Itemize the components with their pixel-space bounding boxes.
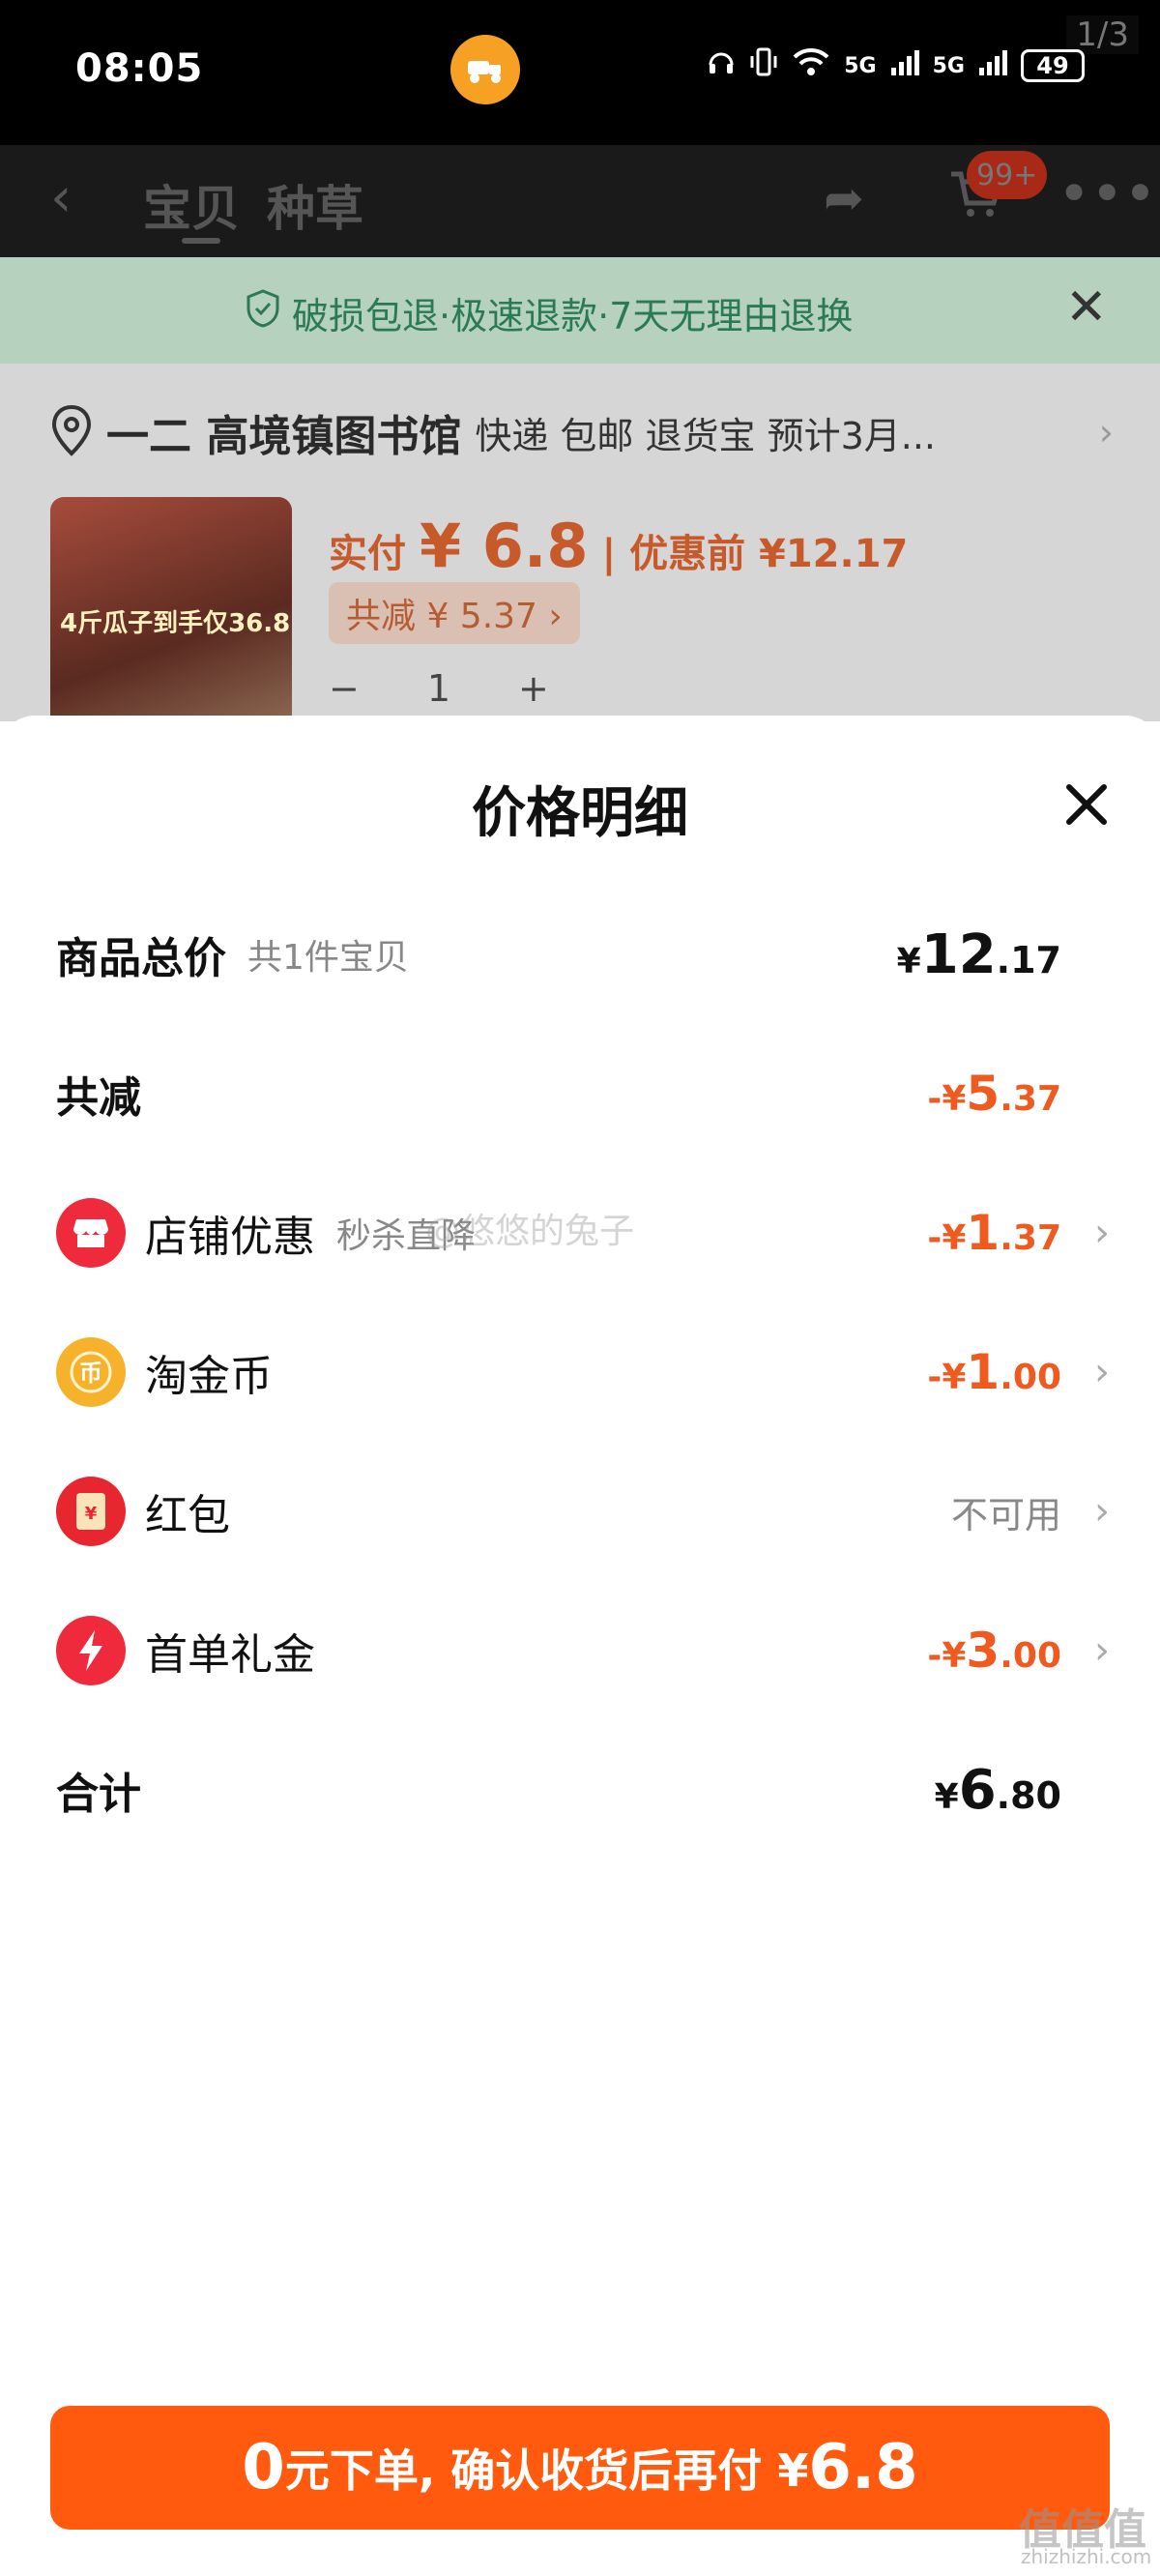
sum-amount: ¥6.80 [934,1758,1061,1822]
row-first-order-gift[interactable]: 首单礼金 -¥3.00 › [56,1607,1110,1694]
price-before: | 优惠前 ¥12.17 [601,532,909,576]
signal-bars-icon [978,48,1007,83]
price-label: 实付 [329,532,406,576]
delivery-scooter-icon [450,35,520,104]
first-order-amount: -¥3.00 [927,1623,1061,1679]
brand-watermark-sub: zhizhizhi.com [1021,2545,1152,2568]
shop-icon [56,1198,126,1268]
shield-check-icon [246,289,280,337]
image-pager: 1/3 [1066,15,1139,54]
share-icon[interactable]: ➦ [824,170,864,226]
svg-text:币: 币 [79,1360,102,1387]
location-pin-icon [50,404,93,460]
shop-discount-amount: -¥1.37 [927,1205,1061,1261]
gold-coin-icon: 币 [56,1337,126,1407]
row-label: 红包 [145,1491,230,1540]
row-label: 首单礼金 [145,1630,315,1680]
row-total-price: 商品总价 共1件宝贝 ¥12.17 [56,911,1110,998]
row-total-reduce: 共减 -¥5.37 [56,1050,1110,1137]
address-info: 快递 包邮 退货宝 预计3月... [475,414,936,457]
cart-badge: 99+ [967,151,1048,199]
price-row: 实付 ¥ 6.8 | 优惠前 ¥12.17 [329,511,908,581]
wifi-icon [792,47,830,84]
row-label: 店铺优惠 [145,1213,315,1262]
row-sum: 合计 ¥6.80 [56,1746,1110,1833]
svg-text:¥: ¥ [85,1504,98,1524]
guarantee-bar: 破损包退·极速退款·7天无理由退换 ✕ [0,257,1160,364]
qty-plus-button[interactable]: + [518,667,549,710]
status-time: 08:05 [75,46,204,91]
place-order-button[interactable]: 0 元下单, 确认收货后再付 ¥ 6.8 [50,2406,1110,2530]
reduce-chip[interactable]: 共减 ¥ 5.37 › [329,582,580,644]
chevron-right-icon: › [1094,1211,1110,1255]
chevron-right-icon: › [1094,1489,1110,1534]
row-amount-wrap: ¥6.80 [935,1759,1061,1822]
cta-prefix: 0 [242,2432,285,2503]
chevron-right-icon: › [1094,1628,1110,1673]
signal-bars-icon [890,48,919,83]
price-value: ¥ 6.8 [420,511,589,581]
product-image-text: 4斤瓜子到手仅36.8 [60,609,291,638]
product-nav-bar: ‹ 宝贝 种草 ➦ 99+ ••• [0,145,1160,257]
cta-text: 元下单, 确认收货后再付 ¥ [284,2444,809,2497]
row-label: 共减 [56,1073,141,1123]
row-amount-wrap: -¥1.37 › [927,1205,1110,1261]
product-image[interactable]: 4斤瓜子到手仅36.8 [50,497,292,721]
lightning-icon [56,1616,126,1685]
row-amount-wrap: ¥12.17 [897,923,1061,986]
qty-minus-button[interactable]: − [329,667,360,710]
signal-label-1: 5G [844,53,877,78]
tab-underline [182,238,220,244]
battery-indicator: 49 [1021,49,1085,82]
qty-value: 1 [426,667,451,710]
order-background: 破损包退·极速退款·7天无理由退换 ✕ 一二 高境镇图书馆 快递 包邮 退货宝 … [0,257,1160,721]
coin-amount: -¥1.00 [927,1344,1061,1400]
row-amount-wrap: -¥1.00 › [927,1344,1110,1400]
close-icon[interactable]: ✕ [1065,278,1108,337]
reduce-amount: -¥5.37 [927,1066,1061,1122]
headphones-icon [707,47,736,84]
status-icons: 5G 5G 49 [707,46,1085,85]
red-packet-status: 不可用 [950,1493,1061,1537]
red-packet-icon: ¥ [56,1477,126,1546]
row-label: 淘金币 [145,1352,273,1401]
watermark: @悠悠的兔子 [425,1212,635,1251]
row-label: 商品总价 [56,934,226,983]
row-amount-wrap: 不可用 › [951,1485,1110,1538]
tab-product[interactable]: 宝贝 [143,170,240,240]
cta-amount: 6.8 [808,2432,918,2503]
guarantee-text: 破损包退·极速退款·7天无理由退换 [292,295,854,337]
back-icon[interactable]: ‹ [50,166,72,229]
row-amount-wrap: -¥5.37 [927,1066,1061,1122]
sheet-title: 价格明细 [472,782,688,845]
vibrate-icon [749,46,778,85]
chevron-right-icon: › [1094,1350,1110,1394]
signal-label-2: 5G [932,53,965,78]
quantity-stepper: − 1 + [329,667,549,710]
close-icon[interactable] [1059,777,1114,832]
row-sub: 共1件宝贝 [247,938,409,978]
row-coin[interactable]: 币 淘金币 -¥1.00 › [56,1329,1110,1416]
row-red-packet[interactable]: ¥ 红包 不可用 › [56,1468,1110,1555]
total-amount: ¥12.17 [896,922,1061,986]
row-amount-wrap: -¥3.00 › [927,1623,1110,1679]
more-icon[interactable]: ••• [1058,161,1157,226]
status-bar: 08:05 5G 5G 49 1/3 [0,0,1160,145]
address-row[interactable]: 一二 高境镇图书馆 快递 包邮 退货宝 预计3月... › [50,398,1114,466]
row-label: 合计 [56,1770,141,1819]
price-detail-sheet: 价格明细 商品总价 共1件宝贝 ¥12.17 共减 -¥5.37 店铺优惠 秒杀… [0,716,1160,2576]
chevron-right-icon: › [1098,411,1114,454]
address-name: 一二 高境镇图书馆 [106,412,462,461]
tab-recommend[interactable]: 种草 [267,170,363,240]
guarantee-text-wrap: 破损包退·极速退款·7天无理由退换 [246,286,853,339]
